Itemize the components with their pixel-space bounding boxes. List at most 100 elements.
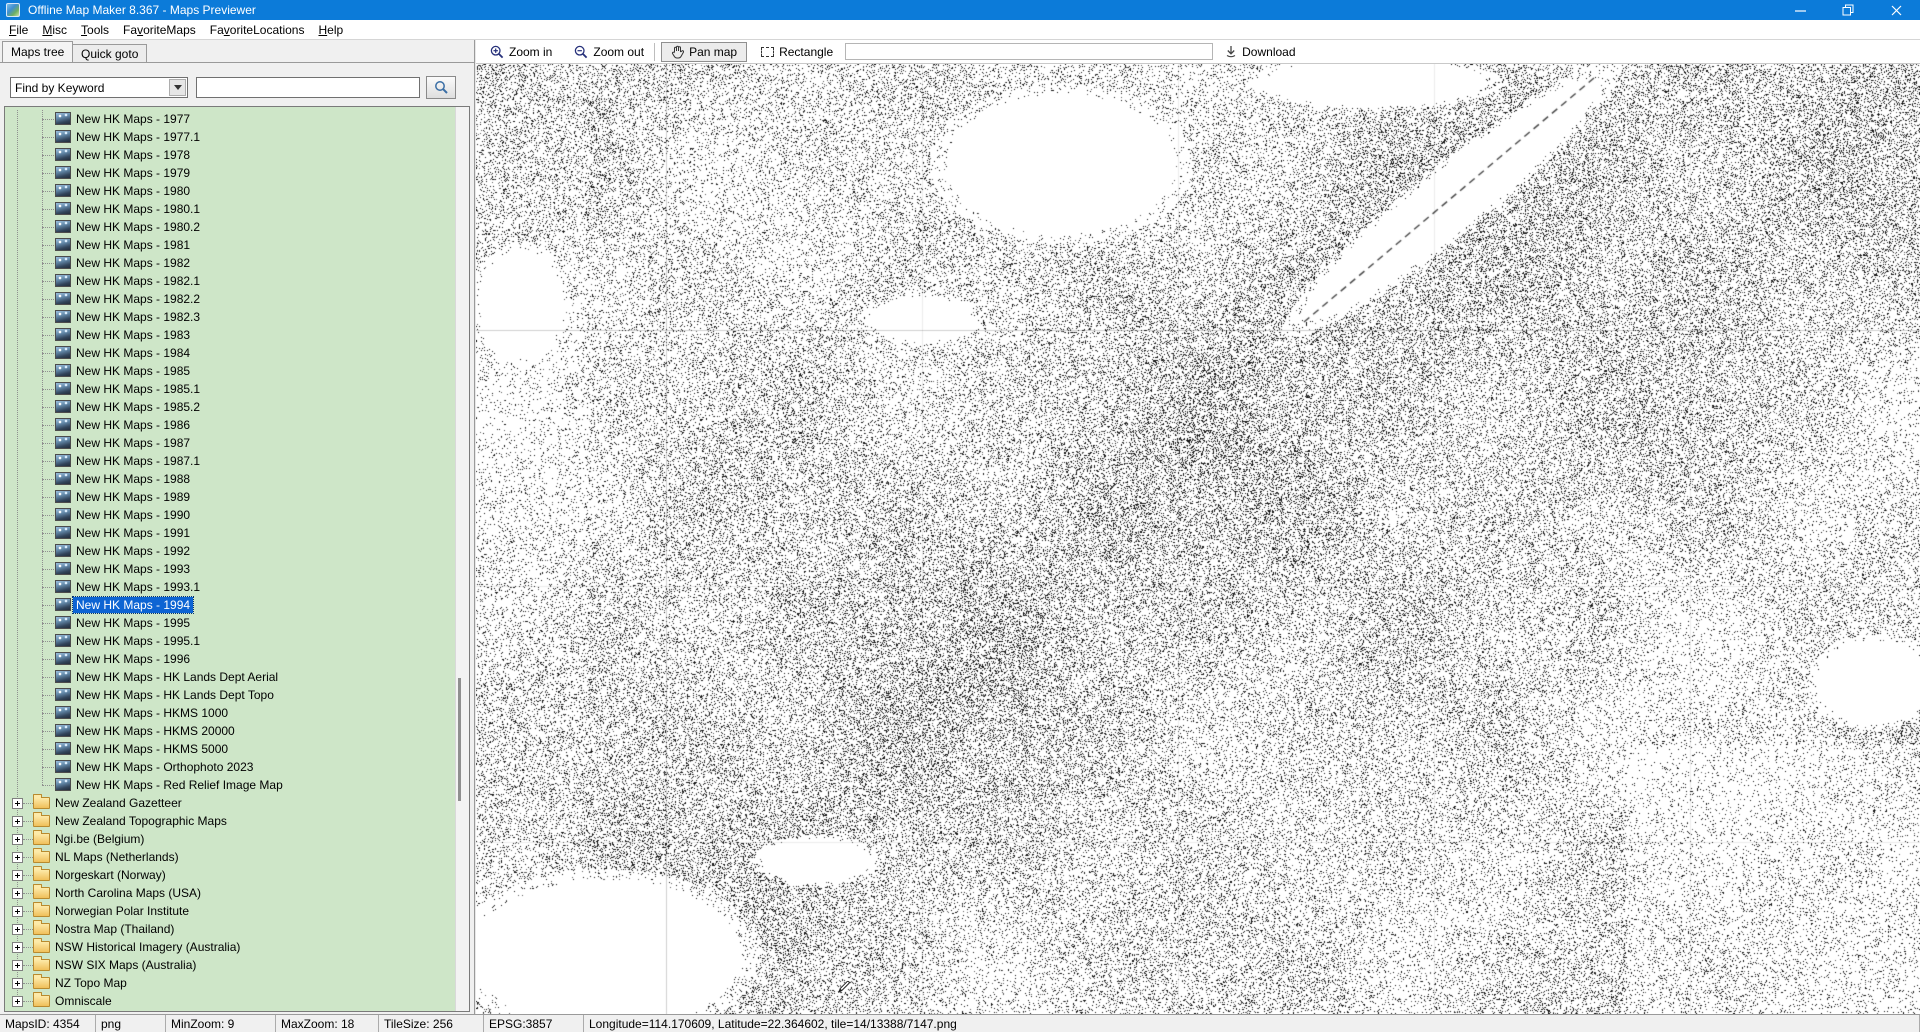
tree-item-label[interactable]: North Carolina Maps (USA)	[52, 885, 204, 901]
tree-item-label[interactable]: New HK Maps - 1977	[73, 111, 193, 127]
tree-item-folder[interactable]: Norgeskart (Norway)	[5, 866, 455, 884]
tree-item-label[interactable]: NL Maps (Netherlands)	[52, 849, 182, 865]
close-button[interactable]	[1872, 0, 1920, 20]
tree-item-folder[interactable]: Ngi.be (Belgium)	[5, 830, 455, 848]
tab-maps-tree[interactable]: Maps tree	[2, 41, 73, 62]
scrollbar-thumb[interactable]	[458, 678, 461, 801]
tree-item-map[interactable]: New HK Maps - Orthophoto 2023	[5, 758, 455, 776]
tree-item-label[interactable]: New HK Maps - 1989	[73, 489, 193, 505]
tree-item-folder[interactable]: New Zealand Topographic Maps	[5, 812, 455, 830]
menu-file[interactable]: File	[2, 21, 35, 39]
tree-item-label[interactable]: NSW SIX Maps (Australia)	[52, 957, 199, 973]
search-input[interactable]	[196, 77, 420, 98]
tree-item-folder[interactable]: NSW Historical Imagery (Australia)	[5, 938, 455, 956]
rectangle-button[interactable]: Rectangle	[757, 43, 837, 61]
find-mode-select[interactable]: Find by Keyword	[10, 77, 188, 98]
search-button[interactable]	[426, 76, 456, 99]
tree-item-map[interactable]: New HK Maps - HKMS 20000	[5, 722, 455, 740]
tree-item-map[interactable]: New HK Maps - 1985.1	[5, 380, 455, 398]
tree-item-label[interactable]: NSW Historical Imagery (Australia)	[52, 939, 243, 955]
tree-item-map[interactable]: New HK Maps - 1993	[5, 560, 455, 578]
tree-item-label[interactable]: New HK Maps - 1978	[73, 147, 193, 163]
expand-icon[interactable]	[12, 870, 23, 881]
tree-item-map[interactable]: New HK Maps - HKMS 5000	[5, 740, 455, 758]
tree-item-label[interactable]: New HK Maps - 1984	[73, 345, 193, 361]
tree-item-label[interactable]: New HK Maps - 1982	[73, 255, 193, 271]
tree-item-folder[interactable]: NSW SIX Maps (Australia)	[5, 956, 455, 974]
tree-item-label[interactable]: New HK Maps - 1995.1	[73, 633, 203, 649]
expand-icon[interactable]	[12, 978, 23, 989]
tree-item-folder[interactable]: Nostra Map (Thailand)	[5, 920, 455, 938]
tree-item-map[interactable]: New HK Maps - 1981	[5, 236, 455, 254]
tree-item-map[interactable]: New HK Maps - 1989	[5, 488, 455, 506]
tree-item-map[interactable]: New HK Maps - HK Lands Dept Aerial	[5, 668, 455, 686]
tree-item-label[interactable]: New Zealand Topographic Maps	[52, 813, 230, 829]
tree-item-map[interactable]: New HK Maps - 1980.2	[5, 218, 455, 236]
tree-item-map[interactable]: New HK Maps - 1982	[5, 254, 455, 272]
tree-item-label[interactable]: Omniscale	[52, 993, 115, 1009]
tree-item-label[interactable]: New HK Maps - Red Relief Image Map	[73, 777, 286, 793]
tree-item-label[interactable]: New HK Maps - 1982.1	[73, 273, 203, 289]
tree-item-map[interactable]: New HK Maps - 1991	[5, 524, 455, 542]
tree-item-label[interactable]: New HK Maps - 1985.1	[73, 381, 203, 397]
menu-misc[interactable]: Misc	[35, 21, 74, 39]
menu-favoritelocations[interactable]: FavoriteLocations	[203, 21, 312, 39]
tree-item-label[interactable]: New HK Maps - 1982.3	[73, 309, 203, 325]
tree-item-map[interactable]: New HK Maps - 1985	[5, 362, 455, 380]
restore-button[interactable]	[1824, 0, 1872, 20]
tree-item-map[interactable]: New HK Maps - 1990	[5, 506, 455, 524]
tree-item-map[interactable]: New HK Maps - 1980.1	[5, 200, 455, 218]
tree-item-label[interactable]: New HK Maps - 1980.1	[73, 201, 203, 217]
tree-item-map[interactable]: New HK Maps - 1987.1	[5, 452, 455, 470]
tab-quick-goto[interactable]: Quick goto	[72, 44, 147, 62]
tree-item-label[interactable]: New HK Maps - 1982.2	[73, 291, 203, 307]
tree-item-map[interactable]: New HK Maps - 1987	[5, 434, 455, 452]
pan-map-button[interactable]: Pan map	[661, 42, 747, 62]
expand-icon[interactable]	[12, 996, 23, 1007]
menu-favoritemaps[interactable]: FavoriteMaps	[116, 21, 203, 39]
expand-icon[interactable]	[12, 888, 23, 899]
tree-item-label-selected[interactable]: New HK Maps - 1994	[73, 597, 193, 613]
minimize-button[interactable]	[1776, 0, 1824, 20]
tree-item-label[interactable]: New HK Maps - 1993	[73, 561, 193, 577]
tree-item-label[interactable]: New HK Maps - 1985	[73, 363, 193, 379]
tree-item-label[interactable]: New HK Maps - 1990	[73, 507, 193, 523]
tree-item-label[interactable]: New HK Maps - 1977.1	[73, 129, 203, 145]
tree-item-map[interactable]: New HK Maps - 1977.1	[5, 128, 455, 146]
tree-item-label[interactable]: New Zealand Gazetteer	[52, 795, 185, 811]
tree-item-folder[interactable]: North Carolina Maps (USA)	[5, 884, 455, 902]
tree-item-label[interactable]: New HK Maps - 1995	[73, 615, 193, 631]
tree-item-label[interactable]: New HK Maps - 1996	[73, 651, 193, 667]
tree-item-label[interactable]: New HK Maps - HK Lands Dept Topo	[73, 687, 277, 703]
expand-icon[interactable]	[12, 960, 23, 971]
tree-item-label[interactable]: New HK Maps - 1980	[73, 183, 193, 199]
tree-item-label[interactable]: Ngi.be (Belgium)	[52, 831, 147, 847]
tree-item-label[interactable]: New HK Maps - 1987	[73, 435, 193, 451]
zoom-out-button[interactable]: Zoom out	[570, 43, 648, 61]
tree-item-map[interactable]: New HK Maps - 1982.2	[5, 290, 455, 308]
tree-item-label[interactable]: NZ Topo Map	[52, 975, 130, 991]
zoom-in-button[interactable]: Zoom in	[486, 43, 556, 61]
tree-item-label[interactable]: New HK Maps - 1987.1	[73, 453, 203, 469]
map-viewport[interactable]	[476, 64, 1920, 1014]
tree-item-folder[interactable]: Norwegian Polar Institute	[5, 902, 455, 920]
download-button[interactable]: Download	[1221, 43, 1299, 61]
tree-item-map[interactable]: New HK Maps - 1995.1	[5, 632, 455, 650]
tree-item-map[interactable]: New HK Maps - 1984	[5, 344, 455, 362]
tree-item-map[interactable]: New HK Maps - Red Relief Image Map	[5, 776, 455, 794]
expand-icon[interactable]	[12, 924, 23, 935]
tree-item-folder[interactable]: New Zealand Gazetteer	[5, 794, 455, 812]
tree-item-map[interactable]: New HK Maps - 1994	[5, 596, 455, 614]
tree-item-label[interactable]: New HK Maps - 1988	[73, 471, 193, 487]
tree-scrollbar[interactable]	[455, 107, 469, 1011]
tree-item-map[interactable]: New HK Maps - 1978	[5, 146, 455, 164]
tree-item-label[interactable]: New HK Maps - 1981	[73, 237, 193, 253]
tree-item-label[interactable]: New HK Maps - HK Lands Dept Aerial	[73, 669, 281, 685]
tree-item-label[interactable]: Norwegian Polar Institute	[52, 903, 192, 919]
chevron-down-icon[interactable]	[169, 79, 186, 96]
expand-icon[interactable]	[12, 942, 23, 953]
tree-item-map[interactable]: New HK Maps - 1995	[5, 614, 455, 632]
tree-item-label[interactable]: New HK Maps - 1980.2	[73, 219, 203, 235]
coordinates-input[interactable]	[845, 43, 1213, 60]
expand-icon[interactable]	[12, 798, 23, 809]
